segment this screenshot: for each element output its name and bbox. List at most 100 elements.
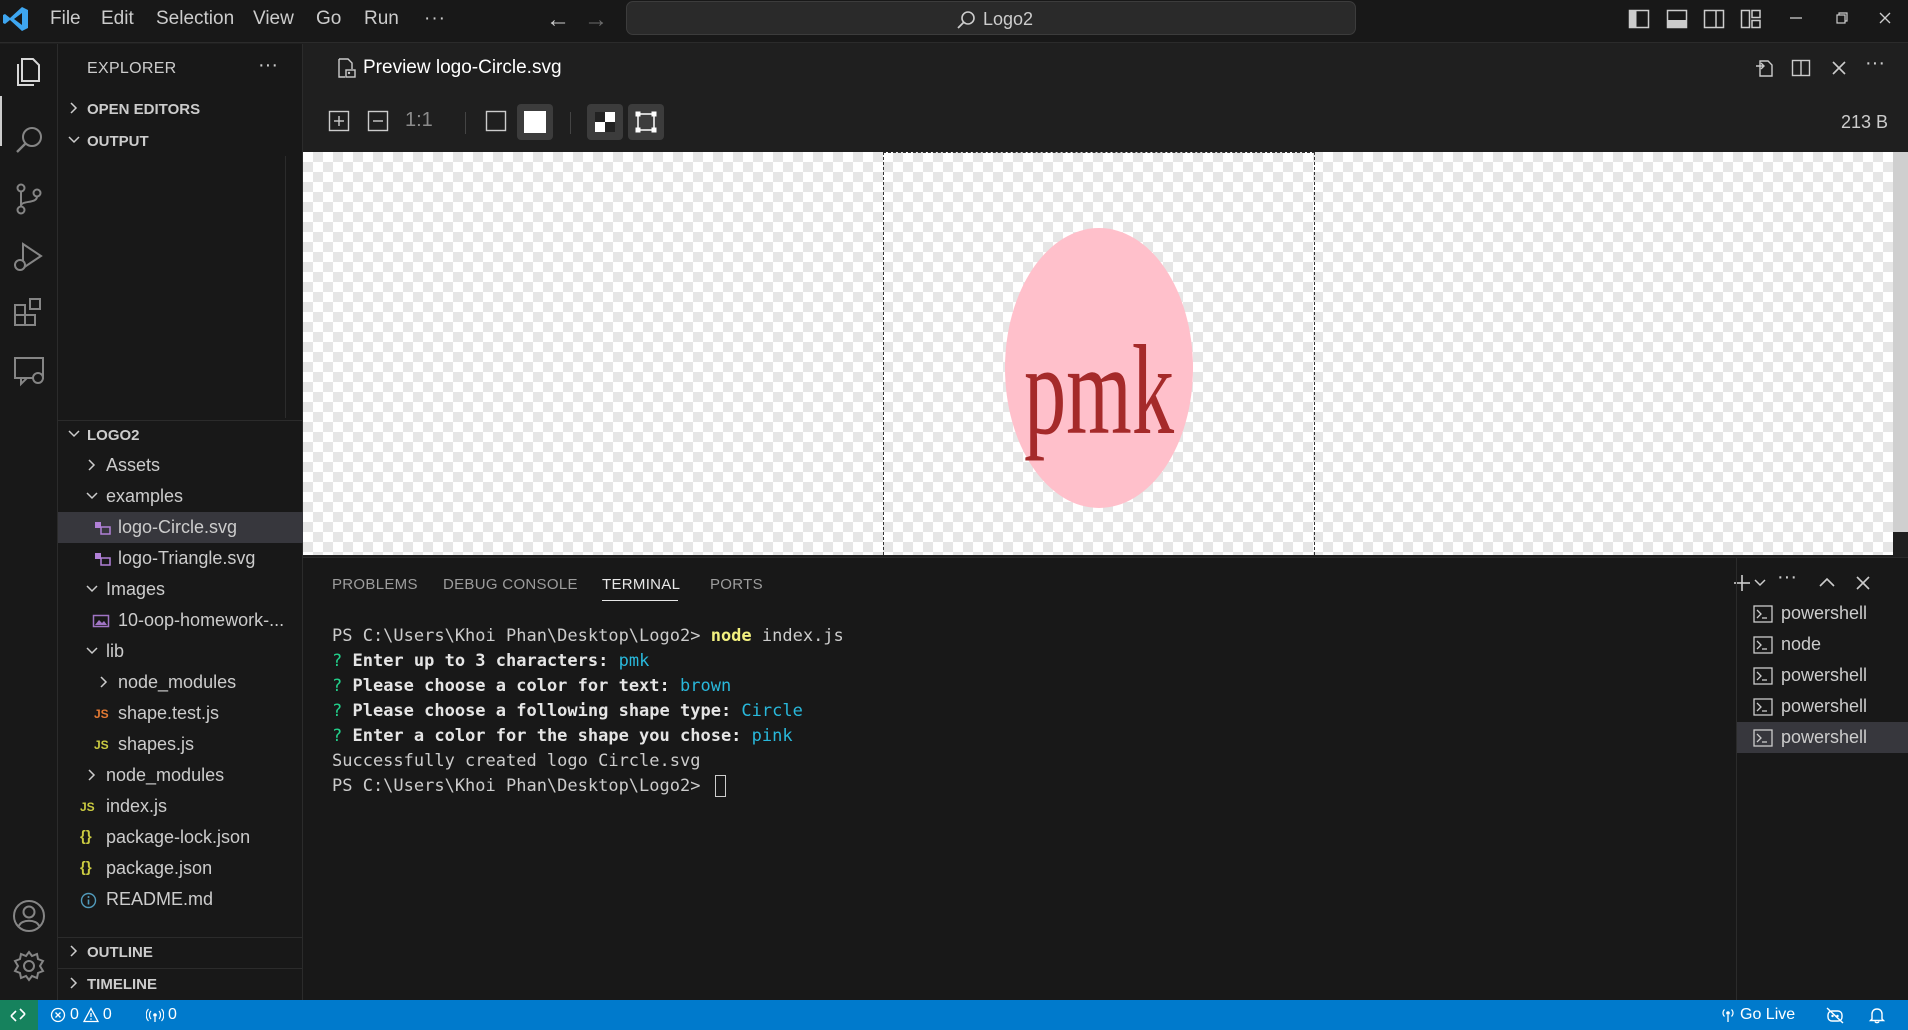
command-center-search[interactable]: Logo2 (626, 1, 1356, 35)
editor-more-actions[interactable]: ··· (1865, 52, 1885, 75)
zoom-reset-button[interactable]: 1:1 (405, 109, 433, 132)
terminal-item-powershell[interactable]: powershell (1737, 660, 1908, 691)
tree-folder-images[interactable]: Images (58, 574, 303, 605)
terminal-line: PS C:\Users\Khoi Phan\Desktop\Logo2> nod… (332, 624, 844, 649)
minimize-icon[interactable] (1786, 8, 1806, 28)
preview-scrollbar[interactable] (1893, 152, 1908, 532)
terminal-line: Successfully created logo Circle.svg (332, 749, 844, 774)
tree-file-index-js[interactable]: JS index.js (58, 791, 303, 822)
go-live-button[interactable]: Go Live (1720, 1006, 1795, 1024)
terminal-icon (1753, 636, 1773, 654)
search-icon[interactable] (7, 119, 51, 163)
tree-folder-node-modules[interactable]: node_modules (58, 760, 303, 791)
menu-file[interactable]: File (50, 8, 81, 30)
forward-arrow-icon[interactable]: → (584, 6, 608, 34)
close-window-icon[interactable] (1875, 8, 1895, 28)
tree-file-logo-triangle[interactable]: logo-Triangle.svg (58, 543, 303, 574)
tree-folder-examples[interactable]: examples (58, 481, 303, 512)
zoom-out-icon[interactable] (366, 109, 390, 133)
close-editor-icon[interactable] (1828, 57, 1850, 79)
restore-icon[interactable] (1832, 8, 1852, 28)
split-editor-icon[interactable] (1790, 57, 1812, 79)
menu-view[interactable]: View (253, 8, 294, 30)
menu-edit[interactable]: Edit (101, 8, 134, 30)
notifications-bell-icon[interactable] (1868, 1006, 1886, 1024)
terminal-item-powershell[interactable]: powershell (1737, 598, 1908, 629)
title-bar: File Edit Selection View Go Run ··· ← → … (0, 0, 1908, 43)
project-section[interactable]: LOGO2 (58, 422, 303, 448)
chevron-right-icon (70, 945, 78, 957)
run-debug-icon[interactable] (7, 234, 51, 278)
tree-file-shape-test[interactable]: JS shape.test.js (58, 698, 303, 729)
tree-folder-lib-node-modules[interactable]: node_modules (58, 667, 303, 698)
open-file-icon[interactable] (1753, 57, 1775, 79)
zoom-in-icon[interactable] (327, 109, 351, 133)
terminal-icon (1753, 698, 1773, 716)
terminal-item-powershell-active[interactable]: powershell (1737, 722, 1908, 753)
output-section[interactable]: OUTPUT (58, 128, 303, 154)
tree-folder-lib[interactable]: lib (58, 636, 303, 667)
toggle-panel-icon[interactable] (1666, 8, 1688, 30)
transparency-grid-toggle[interactable] (587, 104, 623, 140)
terminal-answer: pmk (618, 651, 650, 671)
tree-file-readme[interactable]: README.md (58, 884, 303, 915)
remote-explorer-icon[interactable] (7, 348, 51, 392)
terminal-line: ? Please choose a color for text: brown (332, 674, 844, 699)
menu-run[interactable]: Run (364, 8, 399, 30)
ports-indicator[interactable]: 0 (146, 1006, 177, 1024)
menu-go[interactable]: Go (316, 8, 341, 30)
dark-background-icon[interactable] (484, 109, 508, 133)
tree-label: Images (106, 579, 166, 599)
explorer-icon[interactable] (7, 50, 51, 94)
extensions-icon[interactable] (7, 291, 51, 335)
open-editors-section[interactable]: OPEN EDITORS (58, 96, 303, 122)
explorer-more-actions[interactable]: ··· (258, 54, 278, 77)
tree-file-homework-image[interactable]: 10-oop-homework-... (58, 605, 303, 636)
tab-ports[interactable]: PORTS (710, 576, 763, 593)
tree-folder-assets[interactable]: Assets (58, 450, 303, 481)
terminal-output[interactable]: PS C:\Users\Khoi Phan\Desktop\Logo2> nod… (332, 624, 844, 799)
activity-bar (0, 44, 58, 1000)
terminal-item-node[interactable]: node (1737, 629, 1908, 660)
go-live-label: Go Live (1740, 1006, 1796, 1023)
question-mark: ? (332, 726, 353, 746)
tab-debug-console[interactable]: DEBUG CONSOLE (443, 576, 578, 593)
terminal-command: node (710, 626, 752, 646)
terminal-line: ? Please choose a following shape type: … (332, 699, 844, 724)
terminal-icon (1753, 667, 1773, 685)
chevron-right-icon (88, 459, 96, 471)
outline-section[interactable]: OUTLINE (58, 939, 303, 965)
editor-tab-title[interactable]: Preview logo-Circle.svg (363, 57, 562, 79)
light-background-toggle[interactable] (517, 104, 553, 140)
back-arrow-icon[interactable]: ← (546, 6, 570, 34)
output-label: OUTPUT (87, 133, 149, 150)
terminal-line: ? Enter a color for the shape you chose:… (332, 724, 844, 749)
terminal-prompt: PS C:\Users\Khoi Phan\Desktop\Logo2> (332, 776, 711, 796)
customize-layout-icon[interactable] (1740, 8, 1762, 30)
bounding-box-toggle[interactable] (628, 104, 664, 140)
menu-more[interactable]: ··· (424, 8, 446, 30)
toggle-primary-sidebar-icon[interactable] (1628, 8, 1650, 30)
chevron-right-icon (88, 769, 96, 781)
tree-file-shapes[interactable]: JS shapes.js (58, 729, 303, 760)
timeline-section[interactable]: TIMELINE (58, 971, 303, 997)
tree-file-logo-circle[interactable]: logo-Circle.svg (58, 512, 303, 543)
copilot-disabled-icon[interactable] (1825, 1007, 1845, 1024)
tree-label: Assets (106, 455, 161, 475)
tab-terminal[interactable]: TERMINAL (602, 576, 680, 593)
svg-preview-canvas: pmk (303, 152, 1893, 555)
menu-selection[interactable]: Selection (156, 8, 234, 30)
warning-icon (82, 1007, 99, 1023)
problems-indicator[interactable]: 0 0 (50, 1006, 112, 1024)
terminal-item-powershell[interactable]: powershell (1737, 691, 1908, 722)
accounts-icon[interactable] (7, 894, 51, 938)
toggle-secondary-sidebar-icon[interactable] (1703, 8, 1725, 30)
tree-file-package-json[interactable]: {} package.json (58, 853, 303, 884)
tab-problems[interactable]: PROBLEMS (332, 576, 418, 593)
remote-indicator[interactable] (0, 1000, 38, 1030)
tree-file-package-lock[interactable]: {} package-lock.json (58, 822, 303, 853)
source-control-icon[interactable] (7, 177, 51, 221)
section-divider (58, 420, 303, 421)
settings-gear-icon[interactable] (7, 944, 51, 988)
image-file-icon (92, 614, 110, 628)
